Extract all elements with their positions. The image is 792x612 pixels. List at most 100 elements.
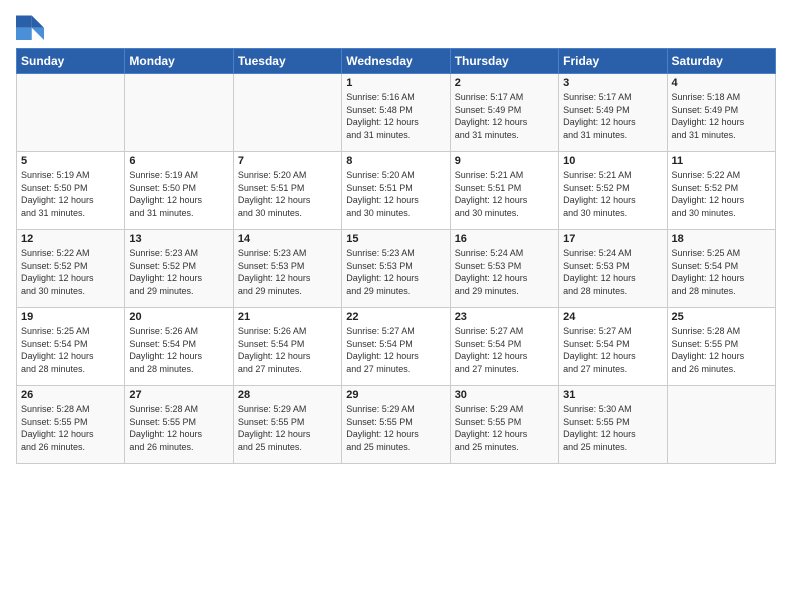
day-info: Sunrise: 5:29 AM Sunset: 5:55 PM Dayligh… — [346, 403, 445, 453]
day-info: Sunrise: 5:27 AM Sunset: 5:54 PM Dayligh… — [346, 325, 445, 375]
weekday-header-tuesday: Tuesday — [233, 49, 341, 74]
day-info: Sunrise: 5:22 AM Sunset: 5:52 PM Dayligh… — [21, 247, 120, 297]
day-number: 28 — [238, 389, 337, 401]
weekday-header-friday: Friday — [559, 49, 667, 74]
day-number: 30 — [455, 389, 554, 401]
day-number: 20 — [129, 311, 228, 323]
calendar-cell: 9 Sunrise: 5:21 AM Sunset: 5:51 PM Daylig… — [450, 152, 558, 230]
day-info: Sunrise: 5:27 AM Sunset: 5:54 PM Dayligh… — [563, 325, 662, 375]
calendar-cell: 3 Sunrise: 5:17 AM Sunset: 5:49 PM Daylig… — [559, 74, 667, 152]
day-info: Sunrise: 5:20 AM Sunset: 5:51 PM Dayligh… — [346, 169, 445, 219]
day-number: 13 — [129, 233, 228, 245]
day-number: 19 — [21, 311, 120, 323]
day-info: Sunrise: 5:22 AM Sunset: 5:52 PM Dayligh… — [672, 169, 771, 219]
calendar-cell: 24 Sunrise: 5:27 AM Sunset: 5:54 PM Dayli… — [559, 308, 667, 386]
day-info: Sunrise: 5:28 AM Sunset: 5:55 PM Dayligh… — [129, 403, 228, 453]
calendar-cell: 29 Sunrise: 5:29 AM Sunset: 5:55 PM Dayli… — [342, 386, 450, 464]
day-info: Sunrise: 5:25 AM Sunset: 5:54 PM Dayligh… — [672, 247, 771, 297]
day-number: 21 — [238, 311, 337, 323]
calendar-cell: 20 Sunrise: 5:26 AM Sunset: 5:54 PM Dayli… — [125, 308, 233, 386]
calendar-cell: 5 Sunrise: 5:19 AM Sunset: 5:50 PM Daylig… — [17, 152, 125, 230]
calendar-cell: 10 Sunrise: 5:21 AM Sunset: 5:52 PM Dayli… — [559, 152, 667, 230]
day-number: 24 — [563, 311, 662, 323]
weekday-header-row: SundayMondayTuesdayWednesdayThursdayFrid… — [17, 49, 776, 74]
day-number: 1 — [346, 77, 445, 89]
day-number: 8 — [346, 155, 445, 167]
calendar-cell: 31Sunrise: 5:30 AM Sunset: 5:55 PM Dayli… — [559, 386, 667, 464]
calendar-cell: 30 Sunrise: 5:29 AM Sunset: 5:55 PM Dayli… — [450, 386, 558, 464]
day-info: Sunrise: 5:25 AM Sunset: 5:54 PM Dayligh… — [21, 325, 120, 375]
day-info: Sunrise: 5:23 AM Sunset: 5:52 PM Dayligh… — [129, 247, 228, 297]
calendar-cell: 18 Sunrise: 5:25 AM Sunset: 5:54 PM Dayli… — [667, 230, 775, 308]
calendar-cell — [17, 74, 125, 152]
calendar-cell: 25 Sunrise: 5:28 AM Sunset: 5:55 PM Dayli… — [667, 308, 775, 386]
day-info: Sunrise: 5:26 AM Sunset: 5:54 PM Dayligh… — [129, 325, 228, 375]
day-number: 29 — [346, 389, 445, 401]
day-info: Sunrise: 5:17 AM Sunset: 5:49 PM Dayligh… — [563, 91, 662, 141]
weekday-header-monday: Monday — [125, 49, 233, 74]
calendar-week-1: 1 Sunrise: 5:16 AM Sunset: 5:48 PM Daylig… — [17, 74, 776, 152]
day-info: Sunrise: 5:16 AM Sunset: 5:48 PM Dayligh… — [346, 91, 445, 141]
day-info: Sunrise: 5:18 AM Sunset: 5:49 PM Dayligh… — [672, 91, 771, 141]
calendar-week-4: 19 Sunrise: 5:25 AM Sunset: 5:54 PM Dayli… — [17, 308, 776, 386]
calendar-cell: 15 Sunrise: 5:23 AM Sunset: 5:53 PM Dayli… — [342, 230, 450, 308]
day-info: Sunrise: 5:23 AM Sunset: 5:53 PM Dayligh… — [346, 247, 445, 297]
calendar-week-2: 5 Sunrise: 5:19 AM Sunset: 5:50 PM Daylig… — [17, 152, 776, 230]
calendar-cell: 13 Sunrise: 5:23 AM Sunset: 5:52 PM Dayli… — [125, 230, 233, 308]
calendar-cell — [125, 74, 233, 152]
weekday-header-sunday: Sunday — [17, 49, 125, 74]
day-info: Sunrise: 5:28 AM Sunset: 5:55 PM Dayligh… — [672, 325, 771, 375]
weekday-header-thursday: Thursday — [450, 49, 558, 74]
day-info: Sunrise: 5:21 AM Sunset: 5:52 PM Dayligh… — [563, 169, 662, 219]
day-info: Sunrise: 5:19 AM Sunset: 5:50 PM Dayligh… — [21, 169, 120, 219]
day-number: 10 — [563, 155, 662, 167]
calendar-cell: 2Sunrise: 5:17 AM Sunset: 5:49 PM Daylig… — [450, 74, 558, 152]
day-info: Sunrise: 5:27 AM Sunset: 5:54 PM Dayligh… — [455, 325, 554, 375]
calendar-cell: 7 Sunrise: 5:20 AM Sunset: 5:51 PM Daylig… — [233, 152, 341, 230]
day-info: Sunrise: 5:29 AM Sunset: 5:55 PM Dayligh… — [455, 403, 554, 453]
calendar-cell: 23 Sunrise: 5:27 AM Sunset: 5:54 PM Dayli… — [450, 308, 558, 386]
day-info: Sunrise: 5:19 AM Sunset: 5:50 PM Dayligh… — [129, 169, 228, 219]
day-info: Sunrise: 5:29 AM Sunset: 5:55 PM Dayligh… — [238, 403, 337, 453]
day-number: 3 — [563, 77, 662, 89]
logo-icon — [16, 12, 44, 40]
day-number: 14 — [238, 233, 337, 245]
calendar-cell: 22 Sunrise: 5:27 AM Sunset: 5:54 PM Dayli… — [342, 308, 450, 386]
day-info: Sunrise: 5:24 AM Sunset: 5:53 PM Dayligh… — [563, 247, 662, 297]
day-number: 12 — [21, 233, 120, 245]
day-info: Sunrise: 5:24 AM Sunset: 5:53 PM Dayligh… — [455, 247, 554, 297]
day-info: Sunrise: 5:21 AM Sunset: 5:51 PM Dayligh… — [455, 169, 554, 219]
calendar-cell: 8 Sunrise: 5:20 AM Sunset: 5:51 PM Daylig… — [342, 152, 450, 230]
day-number: 25 — [672, 311, 771, 323]
calendar-cell: 19 Sunrise: 5:25 AM Sunset: 5:54 PM Dayli… — [17, 308, 125, 386]
day-number: 18 — [672, 233, 771, 245]
day-info: Sunrise: 5:23 AM Sunset: 5:53 PM Dayligh… — [238, 247, 337, 297]
day-number: 23 — [455, 311, 554, 323]
calendar-cell: 6 Sunrise: 5:19 AM Sunset: 5:50 PM Daylig… — [125, 152, 233, 230]
calendar-cell: 17 Sunrise: 5:24 AM Sunset: 5:53 PM Dayli… — [559, 230, 667, 308]
header — [16, 12, 776, 40]
day-number: 5 — [21, 155, 120, 167]
calendar-container: SundayMondayTuesdayWednesdayThursdayFrid… — [0, 0, 792, 612]
day-number: 22 — [346, 311, 445, 323]
day-number: 9 — [455, 155, 554, 167]
day-number: 4 — [672, 77, 771, 89]
day-info: Sunrise: 5:28 AM Sunset: 5:55 PM Dayligh… — [21, 403, 120, 453]
day-number: 6 — [129, 155, 228, 167]
calendar-cell: 11 Sunrise: 5:22 AM Sunset: 5:52 PM Dayli… — [667, 152, 775, 230]
day-number: 31 — [563, 389, 662, 401]
day-number: 11 — [672, 155, 771, 167]
calendar-cell: 1 Sunrise: 5:16 AM Sunset: 5:48 PM Daylig… — [342, 74, 450, 152]
calendar-cell: 26Sunrise: 5:28 AM Sunset: 5:55 PM Dayli… — [17, 386, 125, 464]
calendar-cell: 12 Sunrise: 5:22 AM Sunset: 5:52 PM Dayli… — [17, 230, 125, 308]
day-number: 2 — [455, 77, 554, 89]
day-number: 7 — [238, 155, 337, 167]
calendar-week-5: 26Sunrise: 5:28 AM Sunset: 5:55 PM Dayli… — [17, 386, 776, 464]
day-number: 17 — [563, 233, 662, 245]
day-info: Sunrise: 5:20 AM Sunset: 5:51 PM Dayligh… — [238, 169, 337, 219]
day-number: 27 — [129, 389, 228, 401]
logo — [16, 12, 48, 40]
calendar-cell: 28 Sunrise: 5:29 AM Sunset: 5:55 PM Dayli… — [233, 386, 341, 464]
day-number: 15 — [346, 233, 445, 245]
calendar-cell — [667, 386, 775, 464]
